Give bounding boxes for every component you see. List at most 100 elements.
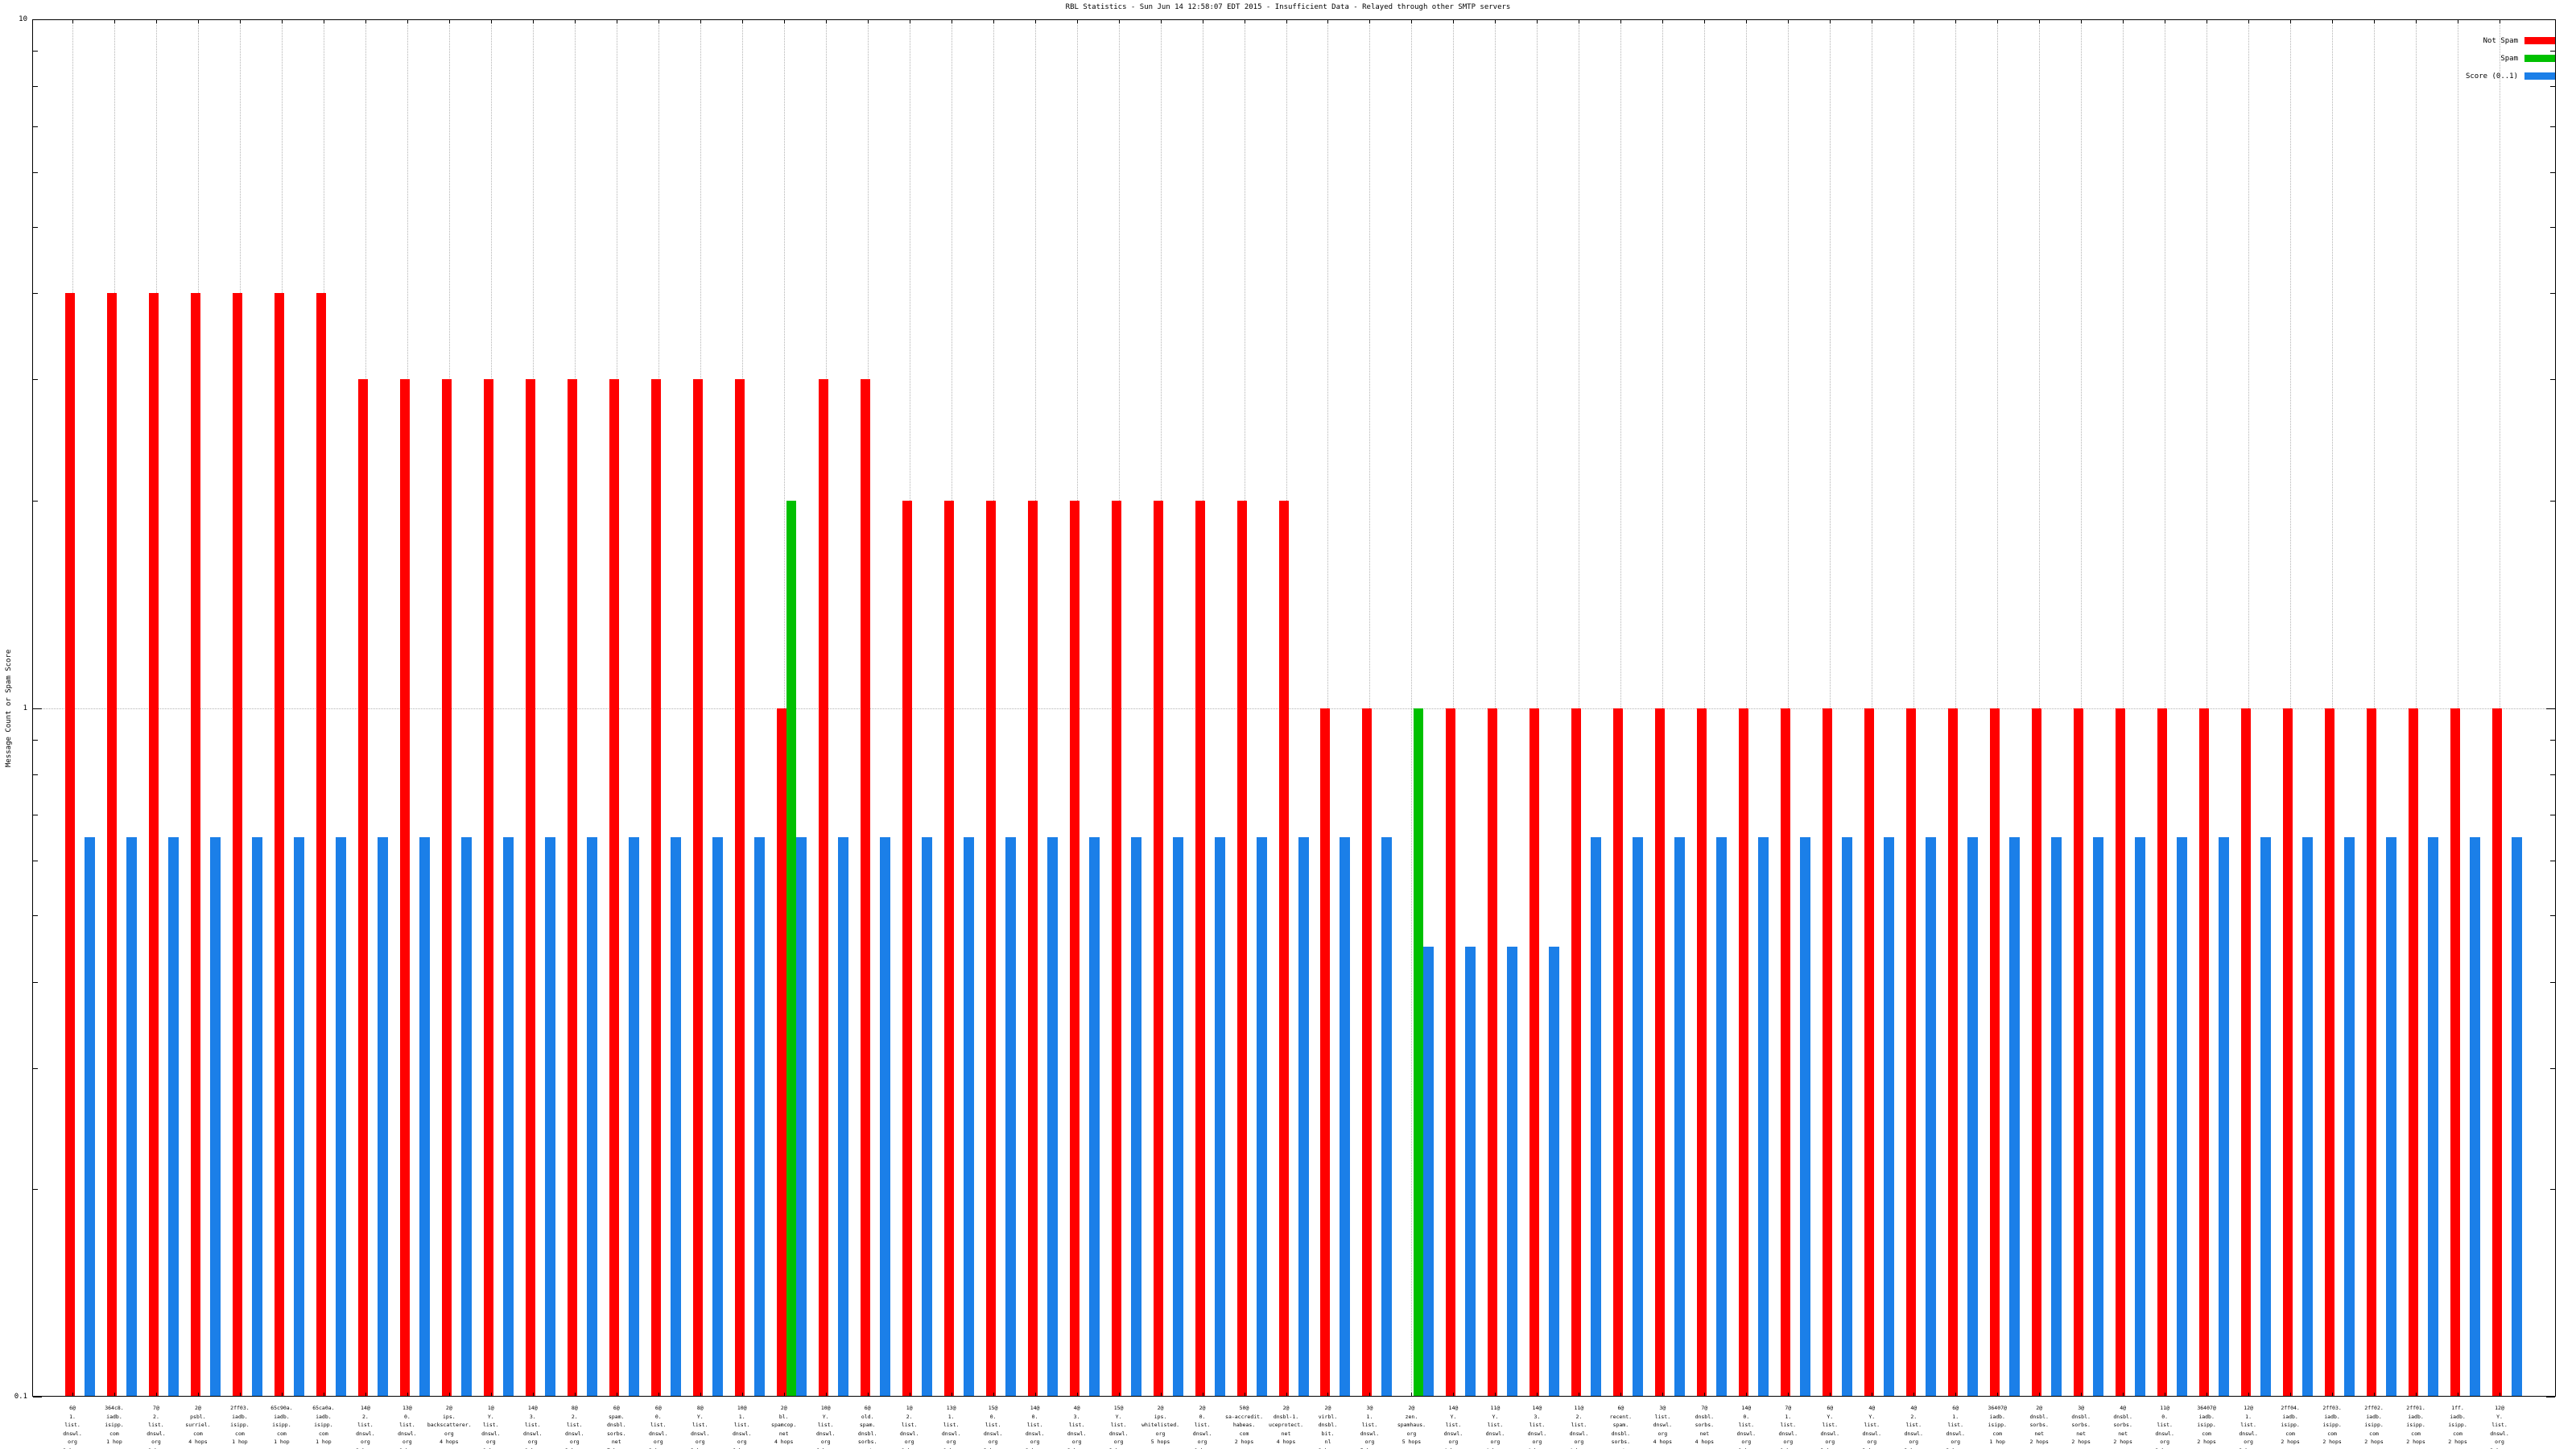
x-tick-label-line: dnswl. xyxy=(815,1430,836,1437)
x-axis-tick xyxy=(574,1393,576,1396)
x-tick-label-line: 4 hops xyxy=(1515,1447,1558,1449)
x-tick-label-line: 15@ xyxy=(988,1405,998,1411)
x-tick-label-line: list. xyxy=(2491,1422,2508,1428)
x-tick-label-line: dnswl. xyxy=(1820,1430,1839,1437)
x-tick-label: 6@ 1. list. dnswl. org 2 hops xyxy=(51,1404,94,1449)
x-tick-label-line: org xyxy=(361,1439,370,1445)
x-tick-label: 14@ 3. list. dnswl. org 4 hops xyxy=(1515,1404,1558,1449)
x-tick-label-line: 1. xyxy=(1366,1413,1373,1420)
x-tick-label-line: isipp. xyxy=(2322,1422,2342,1428)
x-axis-tick xyxy=(448,1393,450,1396)
x-tick-label: 2ff01. iadb. isipp. com 2 hops xyxy=(2394,1404,2438,1447)
bar-not-spam xyxy=(985,500,996,1396)
x-tick-label: 7@ dnsbl. sorbs. net 4 hops xyxy=(1682,1404,1726,1447)
x-axis-tick xyxy=(2290,20,2292,23)
x-tick-label-line: iadb. xyxy=(316,1413,332,1420)
x-tick-label-line: list. xyxy=(1780,1422,1797,1428)
bar-not-spam xyxy=(1739,708,1749,1396)
x-tick-label-line: 3 hops xyxy=(1892,1447,1935,1449)
x-tick-label-line: 11@ xyxy=(2160,1405,2169,1411)
y-axis-minor-tick xyxy=(33,126,38,127)
x-tick-label-line: surriel. xyxy=(185,1422,211,1428)
bar-score xyxy=(1549,947,1560,1396)
bar-score xyxy=(1842,836,1853,1396)
x-tick-label-line: 4 hops xyxy=(1653,1439,1673,1445)
bar-score xyxy=(251,836,262,1396)
x-tick-label-line: isipp. xyxy=(2281,1422,2300,1428)
x-tick-label: 2ff02. iadb. isipp. com 2 hops xyxy=(2352,1404,2396,1447)
x-tick-label-line: org xyxy=(1197,1439,1208,1445)
bar-not-spam xyxy=(2367,708,2377,1396)
bar-score xyxy=(85,836,95,1396)
x-tick-label-line: list. xyxy=(943,1422,960,1428)
x-axis-tick xyxy=(197,20,199,23)
x-tick-label: 14@ 0. list. dnswl. org 1 hop xyxy=(1724,1404,1768,1449)
x-tick-label-line: list. xyxy=(1571,1422,1587,1428)
bar-not-spam xyxy=(650,379,661,1396)
x-tick-label: 11@ 2. list. dnswl. org 4 hops xyxy=(1557,1404,1600,1449)
x-axis-tick xyxy=(1620,20,1622,23)
x-axis-tick xyxy=(2332,20,2334,23)
x-tick-label-line: 1 hop xyxy=(1766,1447,1810,1449)
x-tick-label: 3@ 1. list. dnswl. org 5 hops xyxy=(1348,1404,1391,1449)
x-tick-label-line: com xyxy=(2453,1430,2462,1437)
x-axis-tick xyxy=(365,20,366,23)
bar-not-spam xyxy=(2283,708,2293,1396)
x-tick-label-line: spam. xyxy=(1612,1422,1629,1428)
bar-not-spam xyxy=(1948,708,1959,1396)
x-axis-tick xyxy=(1830,20,1831,23)
bar-not-spam xyxy=(902,500,912,1396)
x-axis-tick xyxy=(114,1393,115,1396)
x-tick-label-line: 36407@ xyxy=(2197,1405,2216,1411)
x-axis-tick xyxy=(1620,1393,1622,1396)
x-tick-label: 3@ list. dnswl. org 4 hops xyxy=(1641,1404,1684,1447)
x-tick-label-line: dnswl. xyxy=(1443,1430,1463,1437)
x-tick-label-line: list. xyxy=(2157,1422,2173,1428)
bar-not-spam xyxy=(1613,708,1624,1396)
bar-score xyxy=(126,836,137,1396)
x-tick-label-line: 3 hops xyxy=(553,1447,597,1449)
x-tick-label: 2ff04. iadb. isipp. com 2 hops xyxy=(2268,1404,2312,1447)
x-tick-label-line: spamcop. xyxy=(771,1422,797,1428)
x-tick-label: 36407@ iadb. isipp. com 1 hop xyxy=(1975,1404,2019,1447)
bar-not-spam xyxy=(1488,708,1498,1396)
x-tick-label-line: net xyxy=(611,1439,621,1445)
x-tick-label: 65ca0a. iadb. isipp. com 1 hop xyxy=(302,1404,345,1447)
x-tick-label-line: iadb. xyxy=(1989,1413,2005,1420)
x-tick-label-line: 2ff03. xyxy=(230,1405,250,1411)
x-tick-label-line: 1. xyxy=(738,1413,745,1420)
bar-not-spam xyxy=(65,293,75,1396)
x-tick-label-line: 0. xyxy=(403,1413,411,1420)
x-tick-label-line: 2 hops xyxy=(2406,1439,2425,1445)
x-tick-label-line: dnswl. xyxy=(2155,1430,2174,1437)
x-tick-label-line: sorbs. xyxy=(2029,1422,2049,1428)
x-axis-tick xyxy=(2248,20,2250,23)
x-tick-label-line: 4 hops xyxy=(440,1439,459,1445)
x-axis-tick xyxy=(72,20,73,23)
x-tick-label-line: 4 hops xyxy=(188,1439,208,1445)
x-axis-tick xyxy=(2248,1393,2250,1396)
x-tick-label-line: 1. xyxy=(69,1413,76,1420)
x-tick-label: 11@ 0. list. dnswl. org 2 hops xyxy=(2143,1404,2186,1449)
x-axis-tick xyxy=(2290,1393,2292,1396)
x-tick-label-line: 10@ xyxy=(820,1405,831,1411)
bar-not-spam xyxy=(692,379,703,1396)
x-axis-tick xyxy=(1118,1393,1120,1396)
bar-score xyxy=(1172,836,1183,1396)
x-tick-label-line: list. xyxy=(1026,1422,1043,1428)
x-tick-label-line: dnswl. xyxy=(1067,1430,1087,1437)
x-axis-tick xyxy=(1662,20,1664,23)
x-tick-label-line: 364c8. xyxy=(105,1405,124,1411)
x-tick-label-line: dnsbl. xyxy=(1318,1422,1338,1428)
x-tick-label-line: 65c90a. xyxy=(270,1405,293,1411)
x-tick-label-line: 4 hops xyxy=(774,1439,794,1445)
x-tick-label-line: dnswl. xyxy=(63,1430,82,1437)
x-tick-label-line: 2 hops xyxy=(2448,1439,2467,1445)
y-axis-minor-tick xyxy=(33,915,38,917)
bar-not-spam xyxy=(943,500,954,1396)
x-tick-label: 2@ dnsbl. sorbs. net 2 hops xyxy=(2017,1404,2061,1447)
x-tick-label-line: 2 hops xyxy=(2478,1447,2521,1449)
x-axis-tick xyxy=(2123,1393,2124,1396)
x-tick-label-line: 2@ xyxy=(1157,1405,1164,1411)
x-tick-label: 12@ 1. list. dnswl. org 2 hops xyxy=(2227,1404,2270,1449)
